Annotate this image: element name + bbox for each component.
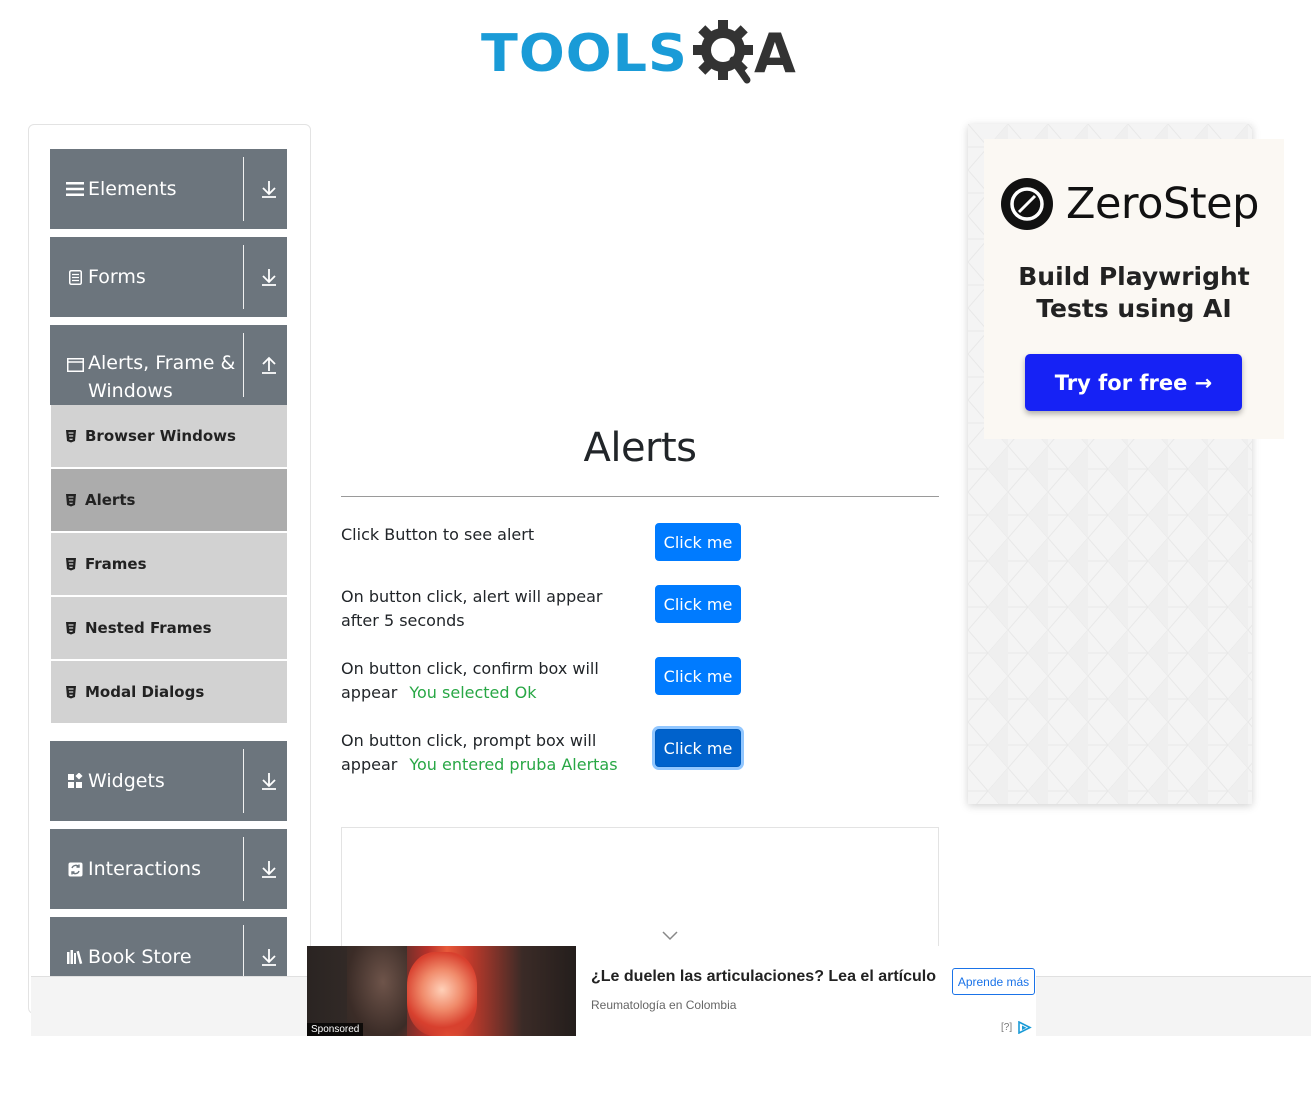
interactions-icon <box>66 860 84 878</box>
alert-description: On button click, confirm box will appear… <box>341 657 631 705</box>
divider <box>243 837 244 901</box>
sidebar-group-label: Forms <box>88 266 146 288</box>
sidebar-item-label: Frames <box>85 555 147 573</box>
chevron-down-icon[interactable] <box>662 931 678 941</box>
ad-placeholder <box>341 827 939 957</box>
sponsored-ad-source: Reumatología en Colombia <box>591 998 737 1012</box>
widgets-icon <box>66 772 84 790</box>
confirm-result: You selected Ok <box>409 683 537 702</box>
download-arrow-icon[interactable] <box>259 947 279 967</box>
prompt-button[interactable]: Click me <box>655 729 741 767</box>
sidebar-item-frames[interactable]: Frames <box>51 533 287 595</box>
sidebar-item-label: Browser Windows <box>85 427 236 445</box>
sponsored-ad-image[interactable]: Sponsored <box>307 946 576 1036</box>
books-icon <box>66 948 84 966</box>
sponsored-label: Sponsored <box>307 1023 364 1036</box>
prompt-result: You entered pruba Alertas <box>409 755 618 774</box>
window-icon <box>66 356 84 374</box>
html5-icon <box>66 622 76 635</box>
sidebar-submenu: Browser Windows Alerts Frames Nested Fra… <box>51 405 287 725</box>
sidebar-group-label: Book Store <box>88 946 192 968</box>
sponsored-ad[interactable]: Sponsored ¿Le duelen las articulaciones?… <box>307 946 1036 1036</box>
zerostep-brand: ZeroStep <box>1066 179 1259 229</box>
page-title: Alerts <box>583 425 697 471</box>
divider <box>243 245 244 309</box>
alert-row-simple: Click Button to see alert Click me <box>341 523 751 563</box>
sidebar-item-label: Modal Dialogs <box>85 683 205 701</box>
sidebar-item-nested-frames[interactable]: Nested Frames <box>51 597 287 659</box>
sidebar-item-label: Nested Frames <box>85 619 212 637</box>
sidebar-group-label: Widgets <box>88 770 165 792</box>
try-for-free-button[interactable]: Try for free → <box>1025 354 1242 411</box>
sidebar-item-modal-dialogs[interactable]: Modal Dialogs <box>51 661 287 723</box>
sidebar-group-widgets[interactable]: Widgets <box>50 741 287 821</box>
adchoices-icon[interactable] <box>1018 1021 1032 1034</box>
logo-text-tools: TOOLS <box>481 23 688 84</box>
sidebar-group-label: Elements <box>88 178 177 200</box>
sponsored-ad-title[interactable]: ¿Le duelen las articulaciones? Lea el ar… <box>591 968 936 986</box>
sidebar-group-alerts-frame-windows[interactable]: Alerts, Frame & Windows <box>50 325 287 405</box>
download-arrow-icon[interactable] <box>259 771 279 791</box>
html5-icon <box>66 558 76 571</box>
divider <box>243 157 244 221</box>
document-icon <box>66 268 84 286</box>
html5-icon <box>66 686 76 699</box>
upload-arrow-icon[interactable] <box>259 355 279 375</box>
zerostep-tagline: Build Playwright Tests using AI <box>984 261 1284 325</box>
divider <box>243 333 244 397</box>
logo-text-a: A <box>753 22 796 85</box>
html5-icon <box>66 430 76 443</box>
alert-description: Click Button to see alert <box>341 525 535 544</box>
alert-description-line2: appear <box>341 683 398 702</box>
alert-button[interactable]: Click me <box>655 523 741 561</box>
gear-magnifier-icon <box>692 20 753 84</box>
ad-image-knee <box>407 952 477 1036</box>
confirm-button[interactable]: Click me <box>655 657 741 695</box>
ad-info-link[interactable]: [?] <box>1001 1022 1012 1033</box>
download-arrow-icon[interactable] <box>259 267 279 287</box>
alert-row-timer: On button click, alert will appear after… <box>341 585 751 635</box>
timer-alert-button[interactable]: Click me <box>655 585 741 623</box>
zerostep-tagline-line2: Tests using AI <box>1036 294 1232 323</box>
title-divider <box>341 496 939 497</box>
sidebar-item-alerts[interactable]: Alerts <box>51 469 287 531</box>
alert-description-line1: On button click, confirm box will <box>341 659 599 678</box>
alert-row-confirm: On button click, confirm box will appear… <box>341 657 751 707</box>
zerostep-tagline-line1: Build Playwright <box>1018 262 1250 291</box>
sidebar-group-elements[interactable]: Elements <box>50 149 287 229</box>
alert-row-prompt: On button click, prompt box will appear Y… <box>341 729 751 779</box>
sidebar-item-browser-windows[interactable]: Browser Windows <box>51 405 287 467</box>
html5-icon <box>66 494 76 507</box>
learn-more-button[interactable]: Aprende más <box>952 968 1035 995</box>
toolsqa-logo[interactable]: TOOLS A <box>481 16 796 92</box>
divider <box>243 749 244 813</box>
alert-description: On button click, prompt box will appear Y… <box>341 729 641 777</box>
sidebar-group-label: Interactions <box>88 858 201 880</box>
sidebar-group-label: Alerts, Frame & Windows <box>88 352 236 402</box>
alert-description: On button click, alert will appear after… <box>341 587 603 630</box>
sidebar-group-interactions[interactable]: Interactions <box>50 829 287 909</box>
download-arrow-icon[interactable] <box>259 179 279 199</box>
download-arrow-icon[interactable] <box>259 859 279 879</box>
zerostep-ad[interactable]: ZeroStep Build Playwright Tests using AI… <box>984 139 1284 439</box>
sidebar-group-forms[interactable]: Forms <box>50 237 287 317</box>
hamburger-icon <box>66 180 84 198</box>
left-sidebar: Elements Forms Alerts, Frame & Windows B… <box>28 124 311 1014</box>
alert-description-line1: On button click, prompt box will <box>341 731 597 750</box>
zerostep-logo-icon <box>1001 178 1053 230</box>
alert-description-line2: appear <box>341 755 398 774</box>
sidebar-item-label: Alerts <box>85 491 136 509</box>
